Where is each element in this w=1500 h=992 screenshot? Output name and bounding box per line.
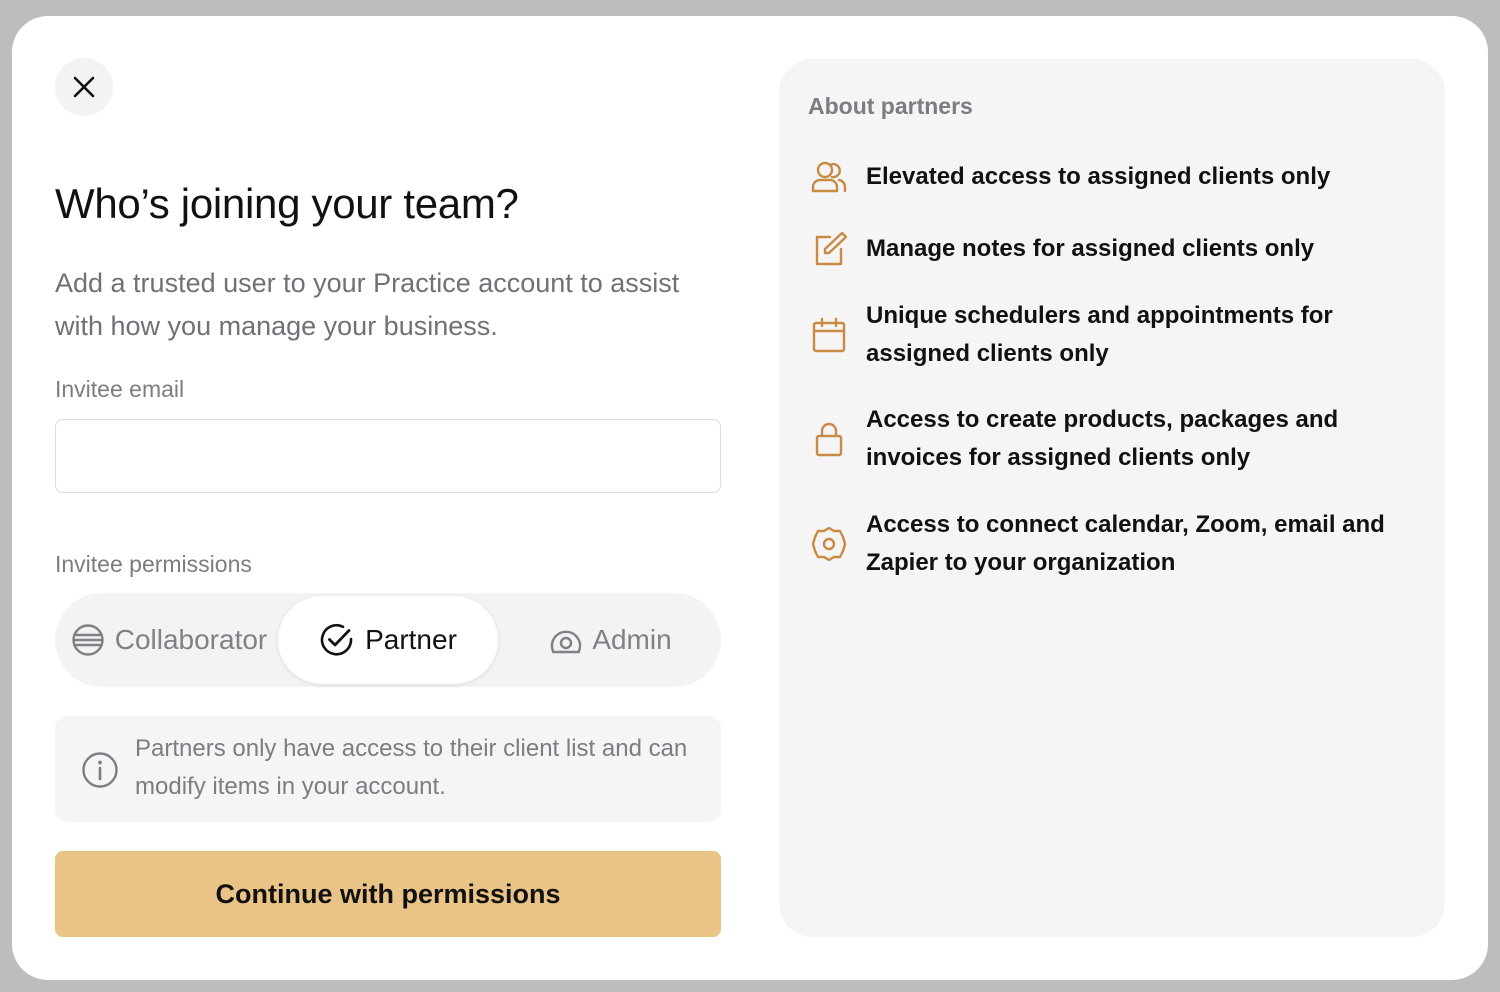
feature-text: Access to connect calendar, Zoom, email … [866, 511, 1385, 576]
invite-modal: Who’s joining your team? Add a trusted u… [12, 16, 1488, 980]
feature-text: Manage notes for assigned clients only [866, 235, 1315, 262]
close-icon [73, 76, 95, 98]
invitee-email-label: Invitee email [55, 376, 185, 402]
feature-text: Access to create products, packages and … [866, 406, 1339, 471]
permission-option-label: Admin [592, 624, 672, 655]
modal-subtitle: Add a trusted user to your Practice acco… [55, 268, 680, 341]
continue-with-permissions-button[interactable]: Continue with permissions [55, 851, 721, 937]
calendar-icon [812, 317, 846, 353]
feature-item: Elevated access to assigned clients only [808, 156, 1428, 198]
modal-title: Who’s joining your team? [55, 180, 519, 227]
feature-text: Elevated access to assigned clients only [866, 163, 1331, 190]
lock-icon [815, 422, 843, 457]
permission-info-text: Partners only have access to their clien… [135, 735, 688, 800]
info-icon [82, 752, 118, 788]
permission-info-box: Partners only have access to their clien… [55, 716, 721, 822]
feature-item: Unique schedulers and appointments for a… [808, 297, 1428, 373]
feature-item: Manage notes for assigned clients only [808, 228, 1428, 270]
invitee-email-input[interactable] [55, 419, 721, 493]
invitee-permissions-label: Invitee permissions [55, 551, 252, 577]
settings-icon [811, 526, 847, 562]
edit-note-icon [815, 231, 848, 266]
permission-option-collaborator[interactable]: Collaborator [67, 593, 271, 687]
feature-item: Access to connect calendar, Zoom, email … [808, 506, 1428, 582]
permission-option-label: Collaborator [114, 624, 268, 655]
permission-option-admin[interactable]: Admin [501, 593, 721, 687]
user-circle-icon [551, 630, 582, 654]
globe-icon [72, 624, 104, 656]
users-icon [811, 161, 847, 193]
about-partners-panel: About partners Elevated access to assign… [779, 59, 1445, 937]
panel-title: About partners [808, 93, 973, 119]
feature-text: Unique schedulers and appointments for a… [866, 302, 1333, 367]
close-button[interactable] [55, 58, 113, 116]
feature-item: Access to create products, packages and … [808, 401, 1428, 477]
permission-option-label: Partner [365, 624, 457, 655]
permission-option-partner[interactable]: Partner [278, 596, 498, 684]
permissions-segmented-control: Collaborator Partner Admin [55, 593, 721, 687]
check-circle-icon [320, 623, 353, 656]
